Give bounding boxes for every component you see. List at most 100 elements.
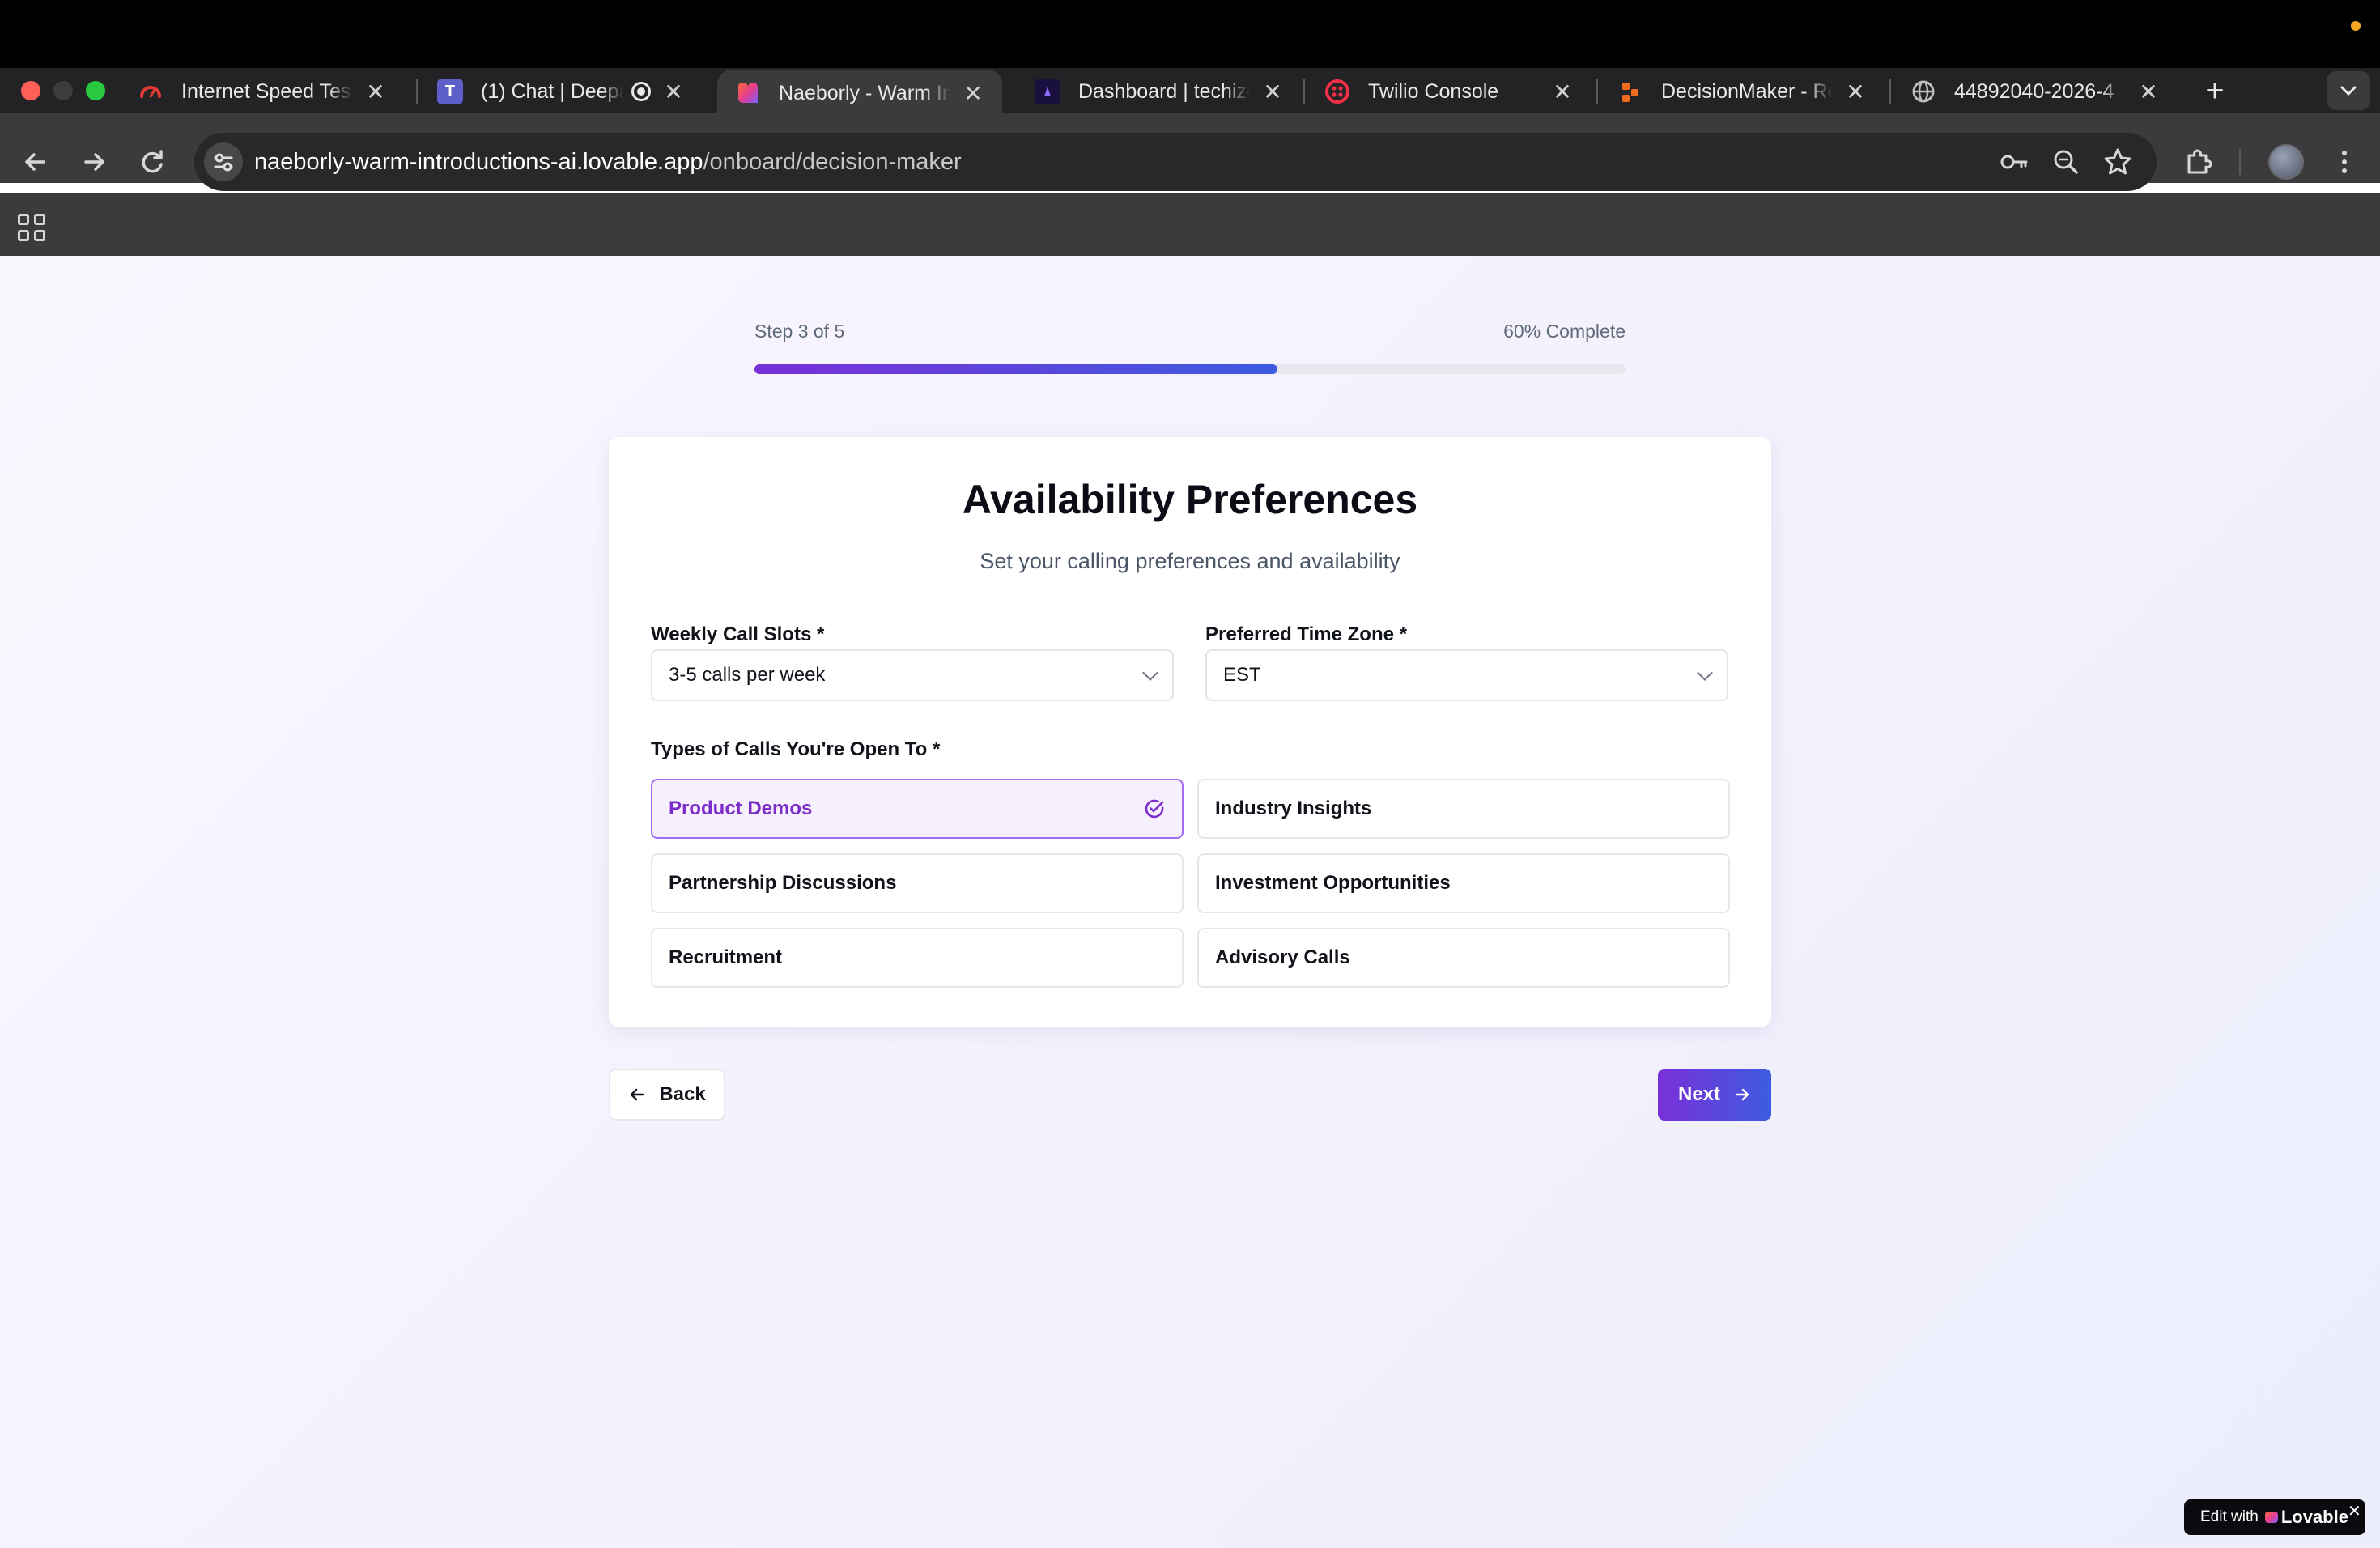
call-type-partnership-discussions[interactable]: Partnership Discussions <box>651 853 1184 913</box>
call-type-investment-opportunities[interactable]: Investment Opportunities <box>1197 853 1730 913</box>
next-button-label: Next <box>1677 1083 1721 1105</box>
time-zone-value: EST <box>1223 664 1261 686</box>
password-key-icon[interactable] <box>1998 146 2030 178</box>
tab-title: DecisionMaker - Re <box>1661 79 1833 103</box>
tab-close-icon[interactable]: ✕ <box>2137 79 2160 105</box>
twilio-icon <box>1324 79 1350 104</box>
tab-search-button[interactable] <box>2327 71 2370 110</box>
time-zone-label: Preferred Time Zone * <box>1205 623 1407 645</box>
tab-close-icon[interactable]: ✕ <box>1844 79 1867 105</box>
badge-brand: Lovable <box>2280 1507 2348 1527</box>
url-host: naeborly-warm-introductions-ai.lovable.a… <box>254 149 703 175</box>
reload-button[interactable] <box>134 144 170 180</box>
tab-chat[interactable]: T (1) Chat | Deepa ✕ <box>419 70 703 113</box>
call-type-label: Investment Opportunities <box>1215 872 1451 894</box>
tab-close-icon[interactable]: ✕ <box>962 80 984 107</box>
step-indicator: Step 3 of 5 <box>754 321 845 342</box>
dashboard-icon <box>1035 79 1060 104</box>
tab-decisionmaker[interactable]: DecisionMaker - Re ✕ <box>1600 70 1885 113</box>
tab-close-icon[interactable]: ✕ <box>1551 79 1574 105</box>
bookmark-star-icon[interactable] <box>2102 146 2134 178</box>
time-zone-select[interactable]: EST <box>1205 649 1728 701</box>
new-tab-button[interactable]: + <box>2197 74 2233 110</box>
tab-title: Twilio Console <box>1368 79 1499 103</box>
call-type-product-demos[interactable]: Product Demos <box>651 779 1184 839</box>
window-close-button[interactable] <box>21 81 40 100</box>
arrow-right-icon <box>84 153 104 171</box>
call-types-label: Types of Calls You're Open To * <box>651 738 941 760</box>
tab-twilio-console[interactable]: Twilio Console ✕ <box>1307 70 1592 113</box>
decisionmaker-icon <box>1617 79 1643 104</box>
progress-percent: 60% Complete <box>1503 321 1626 342</box>
arrow-left-icon <box>631 1088 644 1101</box>
call-type-label: Recruitment <box>669 946 783 968</box>
progress-bar-fill <box>754 364 1277 374</box>
next-button[interactable]: Next <box>1658 1069 1771 1121</box>
window-zoom-button[interactable] <box>86 81 105 100</box>
url-text[interactable]: naeborly-warm-introductions-ai.lovable.a… <box>254 149 962 176</box>
weekly-call-slots-label: Weekly Call Slots * <box>651 623 825 645</box>
weekly-call-slots-select[interactable]: 3-5 calls per week <box>651 649 1174 701</box>
progress-bar <box>754 364 1626 374</box>
badge-close-icon[interactable]: ✕ <box>2348 1501 2361 1521</box>
tab-close-icon[interactable]: ✕ <box>662 79 685 105</box>
check-circle-icon <box>1145 799 1164 819</box>
tab-title: (1) Chat | Deepa <box>481 79 623 103</box>
call-type-advisory-calls[interactable]: Advisory Calls <box>1197 928 1730 988</box>
tab-close-icon[interactable]: ✕ <box>364 79 387 105</box>
arrow-right-icon <box>1735 1088 1749 1101</box>
chevron-down-icon <box>1142 665 1158 681</box>
edit-with-lovable-badge[interactable]: Edit with Lovable <box>2184 1499 2365 1535</box>
tab-separator <box>1889 79 1891 104</box>
tab-title: Naeborly - Warm In <box>779 81 950 104</box>
globe-icon <box>1910 79 1936 104</box>
tab-uuid[interactable]: 44892040-2026-4 ✕ <box>1893 70 2178 113</box>
zoom-icon[interactable] <box>2050 146 2082 178</box>
site-info-button[interactable] <box>204 142 243 181</box>
tab-title: 44892040-2026-4 <box>1954 79 2114 103</box>
call-type-label: Industry Insights <box>1215 797 1372 819</box>
speedometer-icon <box>138 79 164 104</box>
weekly-call-slots-value: 3-5 calls per week <box>669 664 826 686</box>
tab-separator <box>416 79 418 104</box>
call-type-label: Partnership Discussions <box>669 872 897 894</box>
forward-nav-button[interactable] <box>76 144 112 180</box>
macos-menu-bar <box>0 0 2380 68</box>
teams-icon: T <box>437 79 463 104</box>
chevron-down-icon <box>2340 86 2357 96</box>
tab-title: Internet Speed Test <box>181 79 353 103</box>
call-type-industry-insights[interactable]: Industry Insights <box>1197 779 1730 839</box>
back-nav-button[interactable] <box>18 144 53 180</box>
kebab-menu-icon[interactable] <box>2328 146 2361 178</box>
back-button-label: Back <box>659 1083 706 1105</box>
reload-icon <box>142 150 163 173</box>
tab-separator <box>1303 79 1305 104</box>
tab-close-icon[interactable]: ✕ <box>1261 79 1284 105</box>
tab-dashboard[interactable]: Dashboard | techize ✕ <box>1017 70 1302 113</box>
chevron-down-icon <box>1697 665 1713 681</box>
toolbar-separator <box>2239 149 2241 175</box>
tab-title: Dashboard | techize <box>1078 79 1250 103</box>
call-type-label: Advisory Calls <box>1215 946 1350 968</box>
lovable-heart-icon <box>2264 1512 2278 1523</box>
back-button[interactable]: Back <box>609 1069 725 1121</box>
notification-dot-icon <box>2351 21 2361 31</box>
call-type-label: Product Demos <box>669 797 813 819</box>
page-subtitle: Set your calling preferences and availab… <box>980 549 1400 573</box>
page-title: Availability Preferences <box>962 477 1418 522</box>
extensions-puzzle-icon[interactable] <box>2182 146 2215 178</box>
profile-avatar[interactable] <box>2268 144 2304 180</box>
recording-icon <box>631 82 651 101</box>
tab-separator <box>1596 79 1598 104</box>
tab-internet-speed-test[interactable]: Internet Speed Test ✕ <box>120 70 405 113</box>
window-minimize-button[interactable] <box>53 81 73 100</box>
apps-grid-icon[interactable] <box>18 214 45 241</box>
url-path: /onboard/decision-maker <box>703 149 962 175</box>
lovable-heart-icon <box>735 80 761 106</box>
arrow-left-icon <box>25 153 45 171</box>
call-type-recruitment[interactable]: Recruitment <box>651 928 1184 988</box>
bookmarks-bar <box>0 193 2380 256</box>
tune-icon <box>214 153 233 172</box>
badge-prefix: Edit with <box>2200 1508 2259 1525</box>
tab-naeborly[interactable]: Naeborly - Warm In ✕ <box>717 70 1002 117</box>
